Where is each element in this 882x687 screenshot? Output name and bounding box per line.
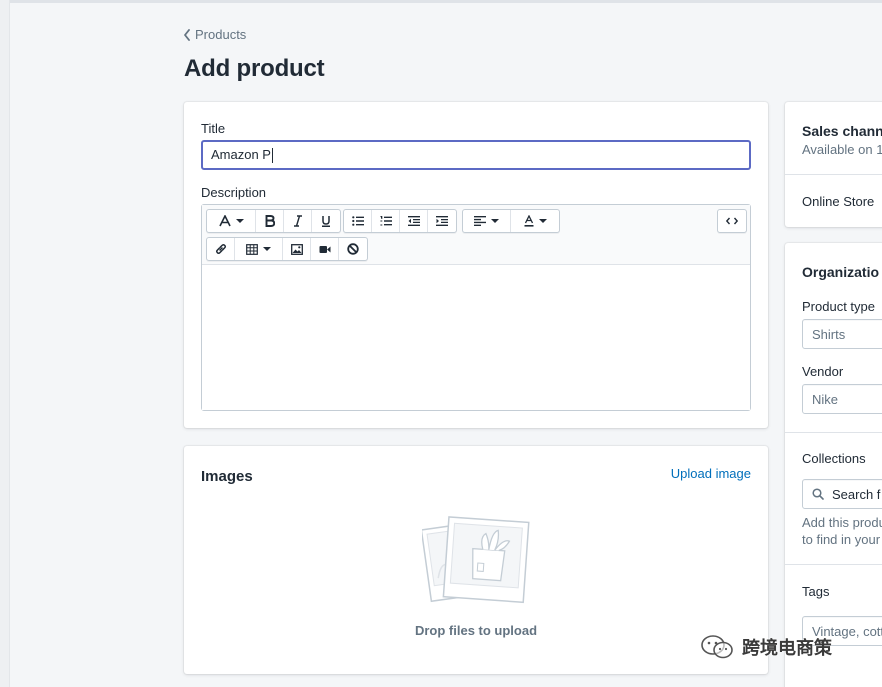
underline-icon [322, 216, 330, 227]
link-icon [215, 243, 226, 255]
top-border [0, 0, 882, 3]
vendor-input[interactable]: Nike [802, 384, 882, 414]
bold-button[interactable] [256, 210, 284, 232]
text-caret [271, 147, 273, 163]
bullet-list-icon [351, 216, 364, 226]
vendor-placeholder: Nike [812, 391, 839, 407]
divider [785, 432, 882, 433]
product-details-card: Title Amazon P Description [184, 102, 768, 428]
numbered-list-button[interactable] [372, 210, 400, 232]
italic-icon [293, 215, 302, 227]
text-color-dropdown[interactable] [511, 210, 559, 232]
breadcrumb-products[interactable]: Products [183, 27, 246, 42]
title-input[interactable]: Amazon P [201, 140, 751, 170]
images-title: Images [201, 468, 253, 485]
insert-link-button[interactable] [207, 238, 235, 260]
code-icon [726, 217, 738, 225]
collections-search-input[interactable]: Search f [802, 479, 882, 509]
left-sidebar-edge [0, 0, 10, 687]
organization-card: Organizatio Product type Shirts Vendor N… [785, 243, 882, 687]
breadcrumb-label: Products [195, 27, 247, 42]
insert-group [206, 237, 368, 261]
drop-files-text: Drop files to upload [414, 623, 538, 638]
wechat-logo-icon [701, 635, 733, 659]
sales-channels-title: Sales chann [802, 123, 882, 139]
outdent-button[interactable] [400, 210, 428, 232]
editor-content-area[interactable] [202, 266, 750, 410]
bold-icon [265, 215, 275, 227]
online-store-channel[interactable]: Online Store [802, 194, 874, 209]
organization-title: Organizatio [802, 264, 880, 280]
indent-icon [436, 216, 448, 226]
video-camera-icon [319, 245, 330, 253]
code-view-group [717, 209, 747, 233]
insert-image-button[interactable] [283, 238, 311, 260]
numbered-list-icon [379, 216, 392, 226]
text-format-group [206, 209, 341, 233]
vendor-label: Vendor [802, 364, 844, 379]
sales-channels-card: Sales chann Available on 1 Online Store [785, 102, 882, 227]
upload-image-link[interactable]: Upload image [671, 466, 751, 481]
upload-photos-icon [422, 516, 530, 604]
align-dropdown[interactable] [463, 210, 511, 232]
font-style-dropdown[interactable] [207, 210, 256, 232]
chevron-down-icon [263, 247, 271, 251]
divider [785, 174, 882, 175]
sales-channels-subtitle: Available on 1 [802, 142, 882, 157]
product-type-input[interactable]: Shirts [802, 319, 882, 349]
editor-toolbar [202, 205, 750, 265]
wechat-watermark: 跨境电商策 [700, 633, 832, 661]
search-icon [812, 488, 824, 500]
table-icon [246, 243, 258, 255]
bullet-list-button[interactable] [344, 210, 372, 232]
divider [785, 564, 882, 565]
product-type-placeholder: Shirts [812, 326, 846, 342]
product-type-label: Product type [802, 299, 875, 314]
description-label: Description [201, 185, 267, 200]
italic-button[interactable] [284, 210, 312, 232]
insert-video-button[interactable] [311, 238, 339, 260]
code-view-button[interactable] [718, 210, 746, 232]
chevron-left-icon [184, 28, 190, 41]
tags-label: Tags [802, 584, 830, 599]
underline-button[interactable] [312, 210, 340, 232]
outdent-icon [407, 216, 420, 226]
text-color-icon [524, 215, 533, 227]
insert-table-dropdown[interactable] [235, 238, 283, 260]
description-editor[interactable] [201, 204, 751, 411]
collections-label: Collections [802, 451, 866, 466]
clear-formatting-button[interactable] [339, 238, 367, 260]
font-icon [218, 215, 231, 227]
image-icon [290, 243, 303, 255]
collections-help-line-1: Add this produ [802, 515, 882, 530]
collections-search-placeholder: Search f [832, 486, 881, 502]
chevron-down-icon [538, 219, 547, 223]
clear-format-icon [347, 243, 359, 255]
chevron-down-icon [491, 219, 499, 223]
indent-button[interactable] [428, 210, 456, 232]
list-group [343, 209, 457, 233]
title-label: Title [201, 121, 226, 136]
align-left-icon [474, 216, 486, 226]
watermark-text: 跨境电商策 [742, 638, 832, 659]
collections-help-line-2: to find in your [802, 532, 881, 547]
alignment-color-group [462, 209, 560, 233]
title-input-value: Amazon P [211, 147, 271, 162]
page-title: Add product [184, 55, 325, 82]
chevron-down-icon [235, 219, 244, 223]
images-card: Images Upload image Drop files to upload [184, 446, 768, 674]
